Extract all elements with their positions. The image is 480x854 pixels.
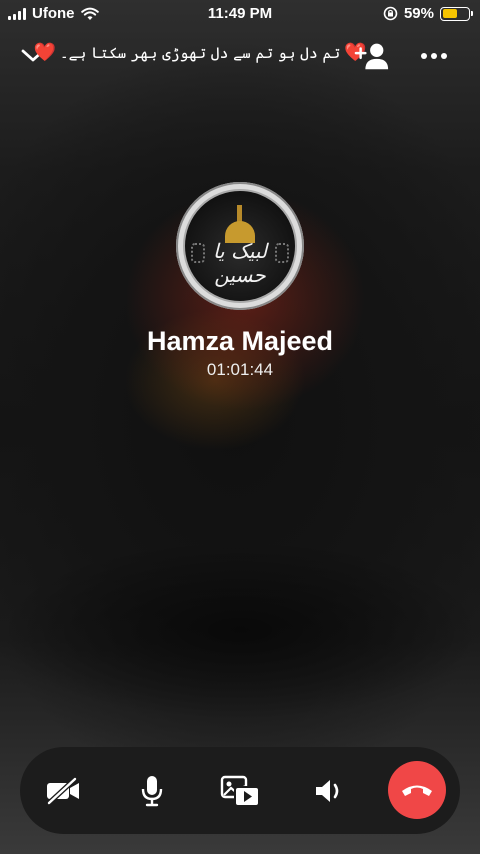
caller-name: Hamza Majeed (146, 326, 334, 356)
microphone-button[interactable] (130, 769, 174, 813)
media-share-button[interactable] (218, 769, 262, 813)
add-person-icon (354, 43, 389, 70)
add-person-button[interactable] (354, 38, 390, 74)
more-button[interactable] (416, 38, 452, 74)
speaker-icon (316, 780, 339, 802)
microphone-icon (141, 776, 163, 807)
speaker-button[interactable] (307, 769, 351, 813)
status-bar: Ufone 11:49 PM 59% (0, 0, 480, 28)
heart-icon: ❤️ (33, 42, 56, 63)
battery-percent: 59% (403, 5, 434, 22)
more-icon (421, 53, 447, 59)
call-duration: 01:01:44 (206, 360, 274, 379)
avatar-image: لبیک یا حسین (183, 189, 297, 303)
video-toggle-button[interactable] (41, 769, 85, 813)
battery-icon (440, 6, 473, 21)
video-off-icon (46, 777, 79, 805)
background-shade (0, 520, 480, 740)
avatar-calligraphy: لبیک یا حسین (212, 239, 268, 287)
status-right: 59% (383, 5, 473, 22)
call-control-bar (20, 747, 460, 834)
media-share-icon (220, 775, 260, 807)
end-call-icon (402, 785, 432, 796)
avatar: لبیک یا حسین (176, 182, 304, 310)
call-header: ❤️ تم دل ہو تم سے دل تھوڑی بھر سکتا ہے۔ … (0, 34, 480, 78)
call-title-text: تم دل ہو تم سے دل تھوڑی بھر سکتا ہے۔ (59, 43, 341, 62)
battery-level (442, 9, 458, 18)
call-title: ❤️ تم دل ہو تم سے دل تھوڑی بھر سکتا ہے۔ … (33, 42, 366, 63)
end-call-button[interactable] (388, 761, 446, 819)
orientation-lock-icon (383, 6, 398, 21)
